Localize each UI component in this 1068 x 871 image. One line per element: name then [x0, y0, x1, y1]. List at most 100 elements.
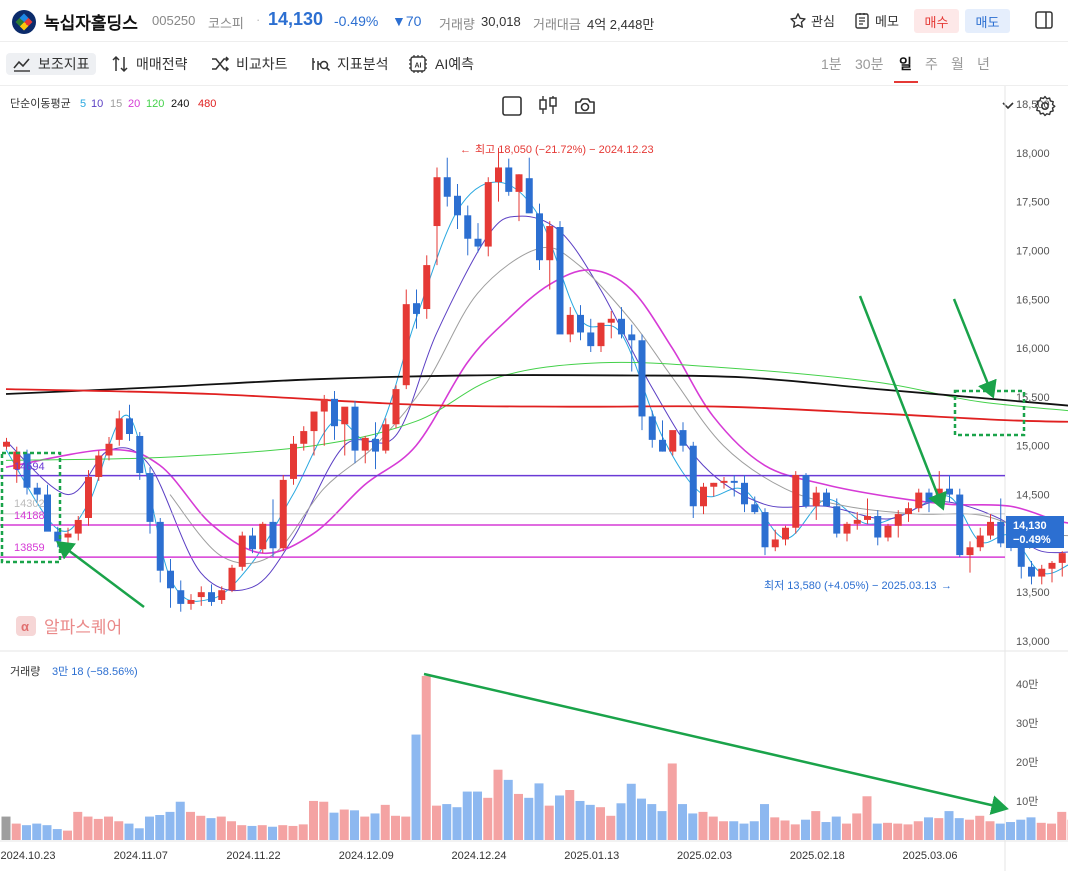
change-amount: ▼70	[392, 13, 422, 29]
current-price: 14,130	[268, 9, 324, 29]
candle	[607, 318, 615, 323]
volume-bar	[770, 817, 780, 840]
candle	[423, 265, 431, 310]
volume-bar	[616, 803, 626, 840]
candle	[751, 504, 759, 513]
ma20-legend: 20	[128, 98, 140, 110]
candle	[566, 314, 574, 335]
volume-bar	[678, 804, 687, 840]
volume-bar	[493, 769, 503, 840]
volume-bar	[73, 811, 83, 840]
candle	[3, 441, 10, 447]
candle	[915, 492, 923, 509]
candle	[874, 516, 882, 538]
amount-value: 4억 2,448만	[587, 17, 655, 32]
candle	[997, 521, 1005, 544]
timeframe-day[interactable]: 일	[899, 54, 912, 74]
y-tick-label: 18,500	[1016, 99, 1050, 111]
indicators-button[interactable]: 보조지표	[6, 53, 96, 75]
analysis-button[interactable]: 지표분석	[309, 53, 389, 75]
timeframe-30min[interactable]: 30분	[855, 54, 883, 74]
candle	[290, 443, 297, 479]
annotation-arrow-price	[858, 295, 947, 511]
candle	[443, 177, 451, 197]
candle	[577, 314, 584, 333]
candle	[136, 435, 144, 474]
sidebar-toggle-icon[interactable]	[1034, 10, 1054, 30]
indicator-icon	[13, 58, 30, 72]
volume-bar	[883, 822, 892, 840]
volume-bar	[155, 815, 165, 840]
candle	[730, 480, 738, 483]
compare-button[interactable]: 비교차트	[210, 53, 288, 75]
candle	[1048, 562, 1056, 569]
svg-text:α: α	[21, 619, 29, 634]
volume-bar	[913, 821, 923, 840]
buy-button[interactable]: 매수	[914, 9, 959, 33]
sell-button[interactable]: 매도	[965, 9, 1010, 33]
volume-bar	[831, 816, 841, 840]
volume-bar	[134, 828, 144, 840]
ai-forecast-button[interactable]: AI AI예측	[407, 53, 474, 75]
analysis-icon	[312, 58, 331, 72]
volume-bar	[893, 823, 903, 840]
candle	[956, 494, 964, 556]
volume-bar	[995, 823, 1005, 840]
shuffle-icon	[212, 56, 230, 72]
y-tick-label: 16,500	[1016, 294, 1050, 306]
memo-button[interactable]: 메모	[853, 11, 899, 30]
candle	[618, 318, 625, 335]
stock-name[interactable]: 녹십자홀딩스	[44, 9, 138, 34]
volume-bar	[790, 824, 800, 840]
volume-bar	[1006, 822, 1015, 840]
candle	[228, 567, 236, 591]
candle	[167, 570, 174, 589]
volume-bar	[565, 790, 575, 840]
candle	[269, 521, 277, 549]
watch-button[interactable]: 관심	[789, 11, 835, 30]
candle	[74, 519, 82, 534]
strategy-label: 매매전략	[136, 56, 188, 72]
candle	[720, 480, 728, 483]
volume-bar	[22, 825, 31, 840]
price-chart[interactable]: 18,500 18,000 17,500 17,000 16,500 16,000 15,5…	[0, 86, 1068, 871]
y-tick-label: 13,000	[1016, 636, 1050, 648]
volume-bar	[872, 823, 882, 840]
x-tick-label: 2024.12.24	[451, 850, 506, 862]
candle	[782, 527, 789, 540]
volume-bar	[350, 810, 359, 840]
volume-bar	[934, 818, 944, 840]
timeframe-month[interactable]: 월	[951, 54, 964, 74]
volume-bar	[216, 816, 226, 840]
volume-bar	[237, 825, 247, 840]
candle	[402, 304, 410, 386]
volume-bar	[975, 815, 985, 840]
ma5-legend: 5	[80, 98, 86, 110]
candle	[976, 535, 984, 548]
volume-bar	[380, 804, 390, 840]
volume-bar	[52, 829, 62, 840]
candle	[238, 535, 246, 567]
volume-bar	[657, 811, 667, 840]
memo-label: 메모	[875, 14, 899, 29]
timeframe-1min[interactable]: 1분	[821, 54, 842, 74]
ma-legend-label: 단순이동평균	[10, 97, 71, 110]
candle	[1058, 553, 1066, 563]
price-tag-pct: −0.49%	[1013, 534, 1051, 546]
candle	[218, 590, 226, 600]
volume-bar	[247, 825, 257, 840]
candle	[792, 475, 800, 528]
timeframe-year[interactable]: 년	[977, 54, 990, 74]
candle	[638, 340, 646, 417]
candle	[525, 178, 533, 214]
watermark: 알파스퀘어	[44, 618, 122, 637]
volume-bar	[1, 816, 11, 840]
timeframe-week[interactable]: 주	[925, 54, 938, 74]
y-tick-label: 17,000	[1016, 245, 1050, 257]
strategy-button[interactable]: 매매전략	[110, 53, 188, 75]
x-tick-label: 2025.02.18	[790, 850, 845, 862]
candle	[310, 411, 318, 432]
volume-bar	[370, 813, 380, 840]
candle	[300, 431, 308, 444]
volume-bar	[329, 812, 339, 840]
